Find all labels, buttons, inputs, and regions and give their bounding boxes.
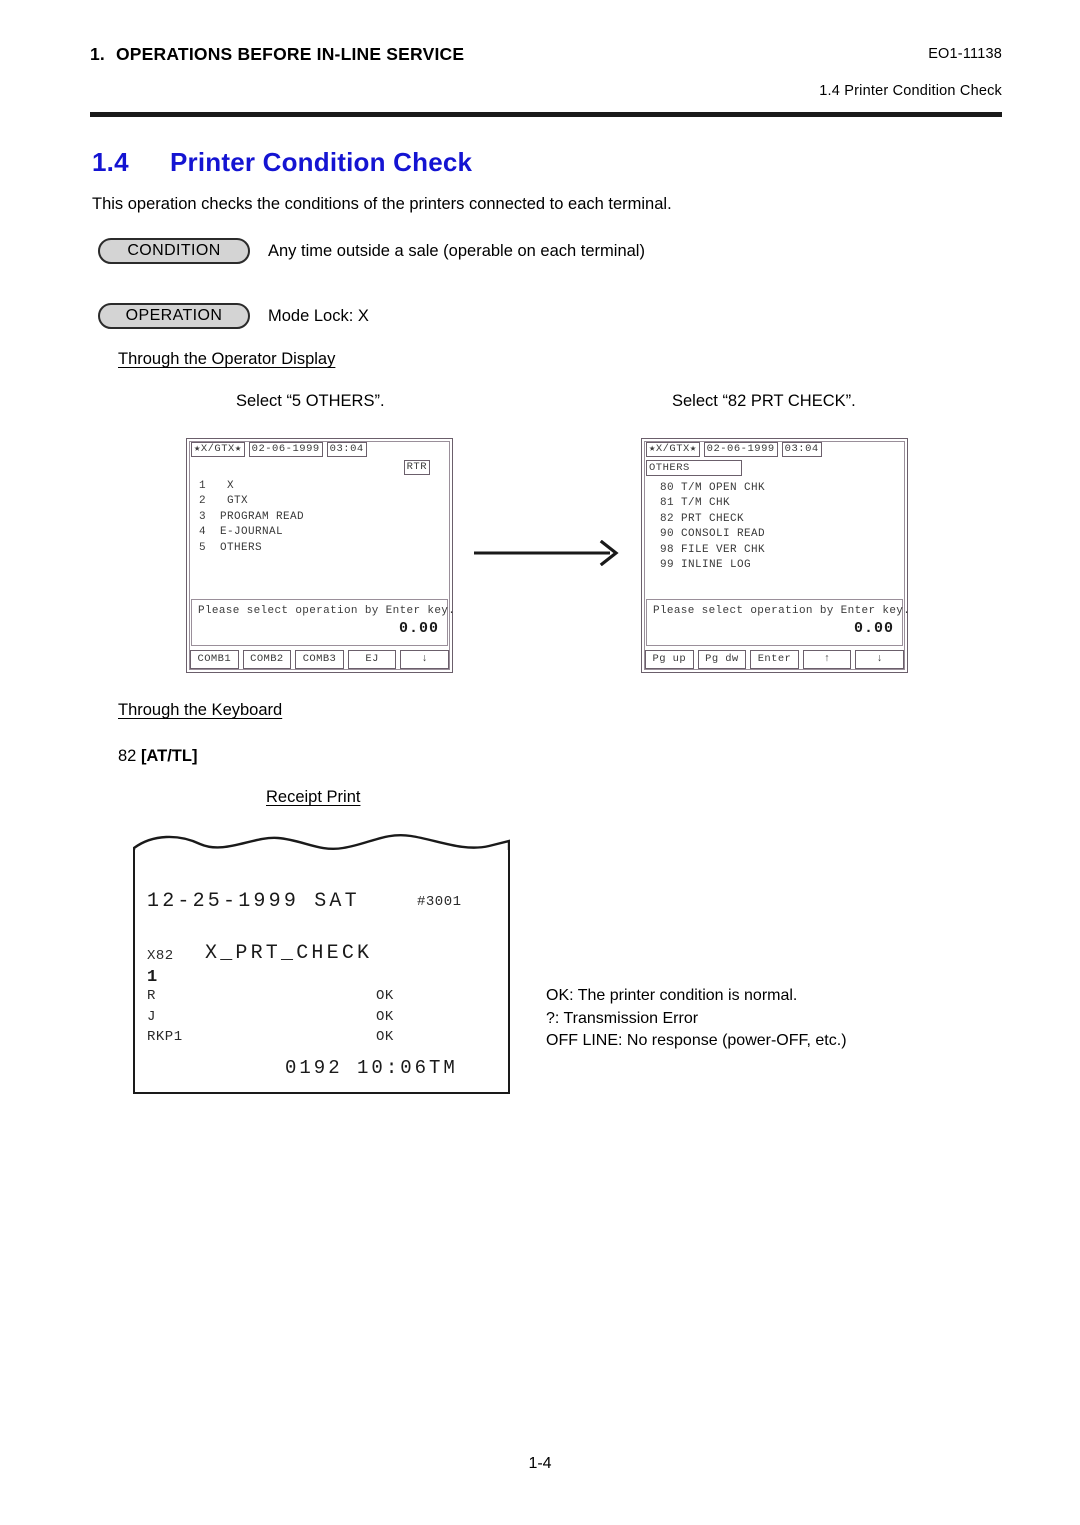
screen2-message: Please select operation by Enter key. (653, 605, 911, 617)
section-title-text: Printer Condition Check (170, 147, 473, 177)
screen1-rtr-indicator: RTR (403, 460, 430, 475)
screen2-function-keys: Pg up Pg dw Enter ↑ ↓ (645, 650, 904, 669)
page-number: 1-4 (528, 1455, 552, 1472)
operator-display-heading: Through the Operator Display (118, 350, 336, 368)
screen1-mode-indicator: ★X/GTX★ (191, 442, 245, 457)
condition-badge: CONDITION (98, 238, 250, 264)
legend-line-error: ?: Transmission Error (546, 1009, 699, 1027)
screen2-menu-list[interactable]: 80 T/M OPEN CHK 81 T/M CHK 82 PRT CHECK … (660, 481, 901, 573)
header-rule (90, 112, 1002, 117)
operation-description: Mode Lock: X (268, 307, 369, 325)
operation-badge: OPERATION (98, 303, 250, 329)
receipt-report-code: X82 (147, 948, 174, 964)
receipt-row-status: OK (376, 988, 394, 1004)
header-chapter-text: OPERATIONS BEFORE IN-LINE SERVICE (116, 44, 465, 64)
header-chapter-number: 1. (90, 44, 105, 64)
screen1-menu-list[interactable]: 1 X 2 GTX 3 PROGRAM READ 4 E-JOURNAL 5 O… (199, 479, 446, 556)
screen1-time-field: 03:04 (326, 442, 367, 457)
screen2-fkey-down-arrow-icon[interactable]: ↓ (855, 650, 904, 669)
header-running-head: 1.4 Printer Condition Check (819, 83, 1002, 99)
section-intro: This operation checks the conditions of … (92, 195, 672, 213)
document-page: 1. OPERATIONS BEFORE IN-LINE SERVICE EO1-… (0, 0, 1080, 1525)
receipt-row-status: OK (376, 1029, 394, 1045)
operator-display-screen-2: ★X/GTX★ 02-06-1999 03:04 OTHERS 80 T/M O… (641, 438, 910, 673)
screen1-amount: 0.00 (398, 620, 439, 637)
flow-arrow-icon (474, 539, 622, 571)
screen1-fkey-comb3[interactable]: COMB3 (295, 650, 344, 669)
page-title: 1.4 Printer Condition Check (92, 147, 472, 178)
receipt-line-number: 1 (147, 968, 158, 987)
screen1-fkey-comb2[interactable]: COMB2 (242, 650, 292, 669)
screen2-fkey-page-up[interactable]: Pg up (645, 650, 694, 669)
screen2-message-box: Please select operation by Enter key. 0.… (646, 599, 910, 646)
header-doc-code: EO1-11138 (928, 46, 1002, 62)
screen2-fkey-enter[interactable]: Enter (750, 650, 799, 669)
condition-description: Any time outside a sale (operable on eac… (268, 242, 645, 260)
receipt-row-status: OK (376, 1009, 394, 1025)
receipt-row-name: RKP1 (147, 1029, 183, 1045)
receipt-report-title: X_PRT_CHECK (205, 942, 373, 965)
header-chapter-title: 1. OPERATIONS BEFORE IN-LINE SERVICE (90, 44, 464, 65)
keyboard-heading: Through the Keyboard (118, 701, 283, 719)
step1-caption: Select “5 OTHERS”. (236, 392, 385, 410)
screen2-time-field: 03:04 (781, 442, 822, 457)
screen1-fkey-comb1[interactable]: COMB1 (190, 650, 239, 669)
receipt-terminal-number: #3001 (417, 894, 462, 910)
receipt-row-name: R (147, 988, 156, 1004)
screen1-fkey-down-arrow-icon[interactable]: ↓ (400, 650, 449, 669)
receipt-sample: 12-25-1999 SAT #3001 X82 X_PRT_CHECK 1 R… (132, 828, 511, 1094)
legend-line-ok: OK: The printer condition is normal. (546, 987, 798, 1004)
screen2-mode-indicator: ★X/GTX★ (646, 442, 700, 457)
operator-display-screen-1: ★X/GTX★ 02-06-1999 03:04 RTR 1 X 2 GTX 3… (186, 438, 455, 673)
receipt-row-name: J (147, 1009, 156, 1025)
step2-caption: Select “82 PRT CHECK”. (672, 392, 856, 410)
screen2-status-row: ★X/GTX★ 02-06-1999 03:04 (646, 442, 903, 457)
screen2-date-field: 02-06-1999 (703, 442, 778, 457)
keyboard-command: 82 [AT/TL] (118, 747, 197, 766)
screen1-fkey-ej[interactable]: EJ (347, 650, 397, 669)
screen1-function-keys: COMB1 COMB2 COMB3 EJ ↓ (190, 650, 449, 669)
receipt-date: 12-25-1999 SAT (147, 890, 360, 913)
screen1-message-box: Please select operation by Enter key. 0.… (191, 599, 455, 646)
section-number: 1.4 (92, 147, 129, 177)
legend-line-offline: OFF LINE: No response (power-OFF, etc.) (546, 1032, 847, 1049)
keyboard-command-code: 82 (118, 747, 141, 765)
screen2-amount: 0.00 (853, 620, 894, 637)
screen2-fkey-page-down[interactable]: Pg dw (697, 650, 747, 669)
screen1-message: Please select operation by Enter key. (198, 605, 456, 617)
receipt-footer: 0192 10:06TM (285, 1057, 458, 1079)
screen1-status-row: ★X/GTX★ 02-06-1999 03:04 (191, 442, 448, 457)
keyboard-command-key: [AT/TL] (140, 747, 198, 765)
screen2-fkey-up-arrow-icon[interactable]: ↑ (802, 650, 852, 669)
screen2-submenu-title: OTHERS (646, 460, 742, 476)
screen1-date-field: 02-06-1999 (248, 442, 323, 457)
receipt-caption: Receipt Print (266, 788, 361, 806)
status-legend: OK: The printer condition is normal. ?: … (546, 985, 847, 1053)
